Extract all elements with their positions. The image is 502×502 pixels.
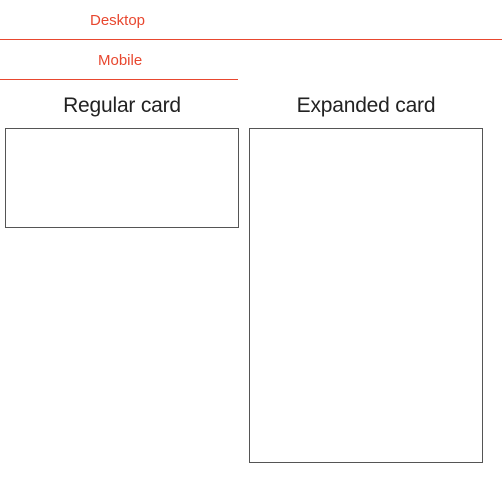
tabs-container: Desktop Mobile (0, 0, 502, 80)
regular-card-title: Regular card (63, 94, 181, 128)
tab-mobile[interactable]: Mobile (0, 40, 238, 80)
cards-row: Regular card Expanded card (0, 80, 502, 463)
regular-card-column: Regular card (4, 94, 240, 463)
tab-desktop[interactable]: Desktop (0, 0, 502, 40)
expanded-card-column: Expanded card (248, 94, 484, 463)
regular-card-box (5, 128, 239, 228)
expanded-card-title: Expanded card (297, 94, 436, 128)
expanded-card-box (249, 128, 483, 463)
